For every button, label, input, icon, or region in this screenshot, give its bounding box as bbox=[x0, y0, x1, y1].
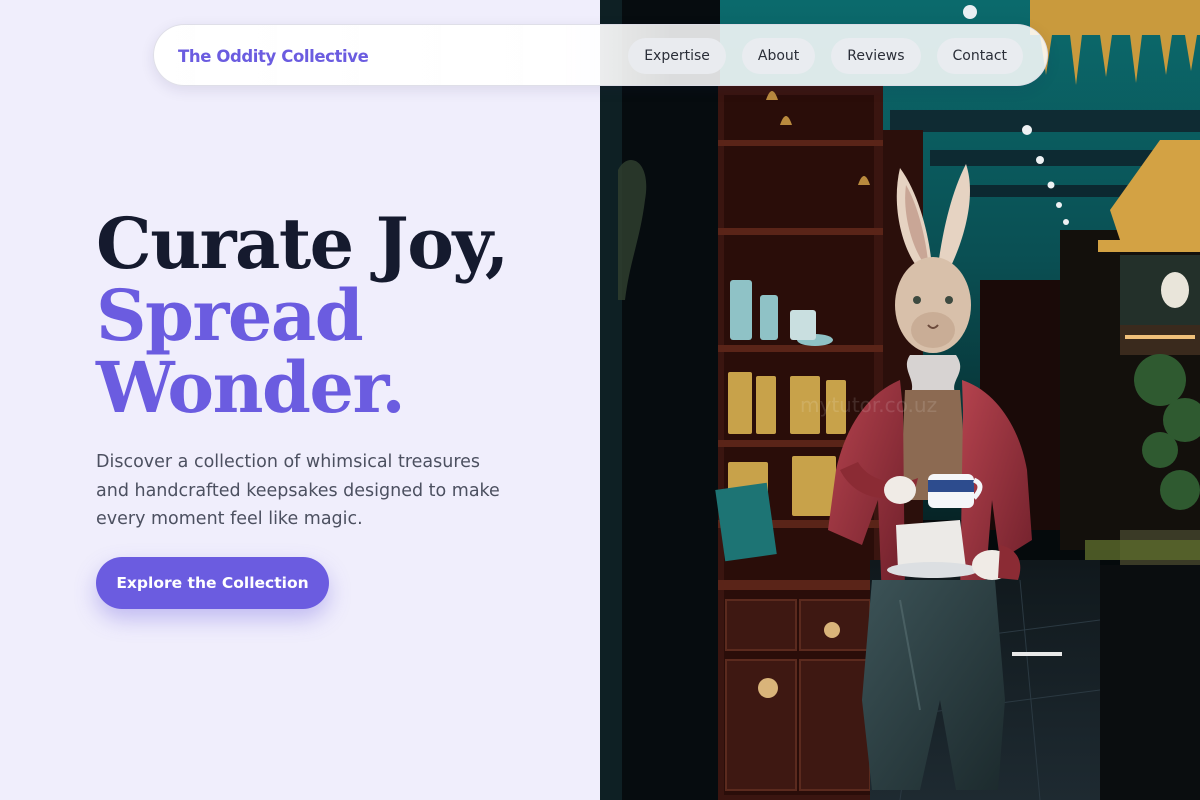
top-navbar: The Oddity Collective Expertise About Re… bbox=[153, 24, 1048, 86]
brand-logo[interactable]: The Oddity Collective bbox=[178, 25, 369, 87]
svg-text:mytutor.co.uz: mytutor.co.uz bbox=[800, 393, 937, 417]
hero-heading-line-1: Curate Joy, bbox=[96, 202, 509, 285]
nav-item-about[interactable]: About bbox=[741, 38, 816, 74]
hero-description: Discover a collection of whimsical treas… bbox=[96, 452, 500, 529]
nav-links: Expertise About Reviews Contact bbox=[628, 38, 1023, 74]
hero-heading: Curate Joy, Spread Wonder. bbox=[96, 202, 509, 429]
nav-item-contact[interactable]: Contact bbox=[936, 38, 1023, 74]
nav-item-expertise[interactable]: Expertise bbox=[628, 38, 726, 74]
hero-section: Curate Joy, Spread Wonder. Discover a co… bbox=[0, 0, 600, 800]
hero-heading-line-3: Wonder. bbox=[96, 346, 406, 429]
explore-collection-button[interactable]: Explore the Collection bbox=[96, 557, 329, 609]
hero-photo: mytutor.co.uz bbox=[600, 0, 1200, 800]
hero-heading-line-2: Spread bbox=[96, 274, 364, 357]
nav-item-reviews[interactable]: Reviews bbox=[831, 38, 921, 74]
